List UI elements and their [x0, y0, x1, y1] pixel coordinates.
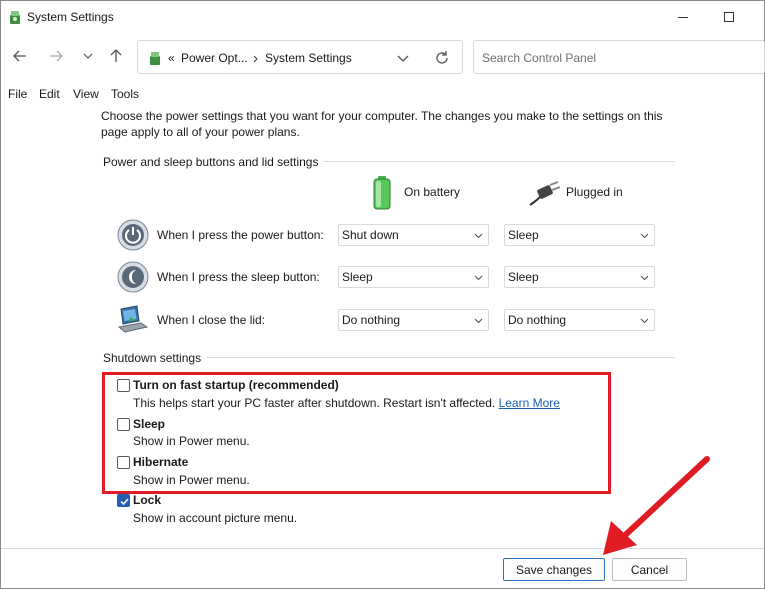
chevron-down-icon — [640, 318, 649, 324]
back-button[interactable] — [9, 45, 31, 67]
close-lid-label: When I close the lid: — [157, 313, 266, 327]
recent-locations-button[interactable] — [77, 45, 99, 67]
power-section-heading: Power and sleep buttons and lid settings — [103, 155, 319, 169]
breadcrumb-system-settings[interactable]: System Settings — [265, 51, 352, 65]
battery-icon — [373, 176, 391, 210]
maximize-button[interactable] — [706, 1, 752, 33]
menu-tools[interactable]: Tools — [111, 87, 139, 101]
chevron-down-icon[interactable] — [395, 50, 411, 66]
refresh-icon[interactable] — [433, 49, 451, 67]
arrow-right-icon — [50, 50, 63, 62]
maximize-icon — [724, 12, 734, 22]
minimize-icon — [678, 16, 688, 18]
select-value: Shut down — [342, 228, 399, 242]
divider — [323, 161, 675, 162]
cancel-button[interactable]: Cancel — [612, 558, 687, 581]
chevron-down-icon — [640, 233, 649, 239]
laptop-lid-icon — [117, 305, 149, 333]
breadcrumb-separator: « — [168, 51, 175, 65]
close-lid-plugged-select[interactable]: Do nothing — [504, 309, 655, 331]
sleep-button-icon — [117, 261, 149, 293]
lock-option-description: Show in account picture menu. — [133, 511, 298, 525]
shutdown-section-heading: Shutdown settings — [103, 351, 202, 365]
lock-checkbox[interactable] — [117, 494, 130, 507]
title-bar: System Settings — [1, 1, 764, 33]
sleep-button-battery-select[interactable]: Sleep — [338, 266, 489, 288]
column-plugged-in: Plugged in — [566, 185, 623, 199]
select-value: Sleep — [508, 228, 539, 242]
up-button[interactable] — [105, 45, 127, 67]
arrow-up-icon — [110, 49, 122, 62]
lock-option-label[interactable]: Lock — [133, 493, 161, 507]
select-value: Do nothing — [508, 313, 567, 327]
chevron-down-icon — [474, 233, 483, 239]
chevron-right-icon — [253, 55, 258, 63]
chevron-down-icon — [474, 318, 483, 324]
power-button-icon — [117, 219, 149, 251]
search-box[interactable]: Search Control Panel — [473, 40, 765, 74]
window-title: System Settings — [27, 10, 114, 24]
divider — [207, 357, 675, 358]
sleep-button-label: When I press the sleep button: — [157, 270, 320, 284]
menu-bar: File Edit View Tools — [1, 85, 764, 105]
minimize-button[interactable] — [660, 1, 706, 33]
breadcrumb-power-options[interactable]: Power Opt... — [181, 51, 248, 65]
arrow-left-icon — [13, 50, 26, 62]
select-value: Sleep — [508, 270, 539, 284]
intro-text: Choose the power settings that you want … — [101, 109, 663, 139]
forward-button[interactable] — [45, 45, 67, 67]
chevron-down-icon — [640, 275, 649, 281]
system-settings-window: System Settings « Power Opt... System Se… — [0, 0, 765, 589]
search-input[interactable]: Search Control Panel — [482, 51, 596, 65]
highlight-box — [102, 372, 611, 494]
menu-view[interactable]: View — [73, 87, 99, 101]
chevron-down-icon — [474, 275, 483, 281]
power-button-plugged-select[interactable]: Sleep — [504, 224, 655, 246]
control-panel-icon — [10, 11, 20, 24]
column-on-battery: On battery — [404, 185, 461, 199]
navigation-bar: « Power Opt... System Settings Search Co… — [1, 35, 765, 79]
checkmark-icon — [120, 498, 129, 506]
power-button-battery-select[interactable]: Shut down — [338, 224, 489, 246]
control-panel-icon — [150, 52, 160, 65]
address-bar[interactable]: « Power Opt... System Settings — [137, 40, 463, 74]
power-plug-icon — [529, 181, 560, 206]
close-lid-battery-select[interactable]: Do nothing — [338, 309, 489, 331]
select-value: Do nothing — [342, 313, 401, 327]
save-changes-button[interactable]: Save changes — [503, 558, 605, 581]
sleep-button-plugged-select[interactable]: Sleep — [504, 266, 655, 288]
annotation-arrow-icon — [603, 456, 710, 555]
chevron-down-icon — [83, 53, 93, 59]
menu-edit[interactable]: Edit — [39, 87, 60, 101]
menu-file[interactable]: File — [8, 87, 27, 101]
power-button-label: When I press the power button: — [157, 228, 324, 242]
select-value: Sleep — [342, 270, 373, 284]
